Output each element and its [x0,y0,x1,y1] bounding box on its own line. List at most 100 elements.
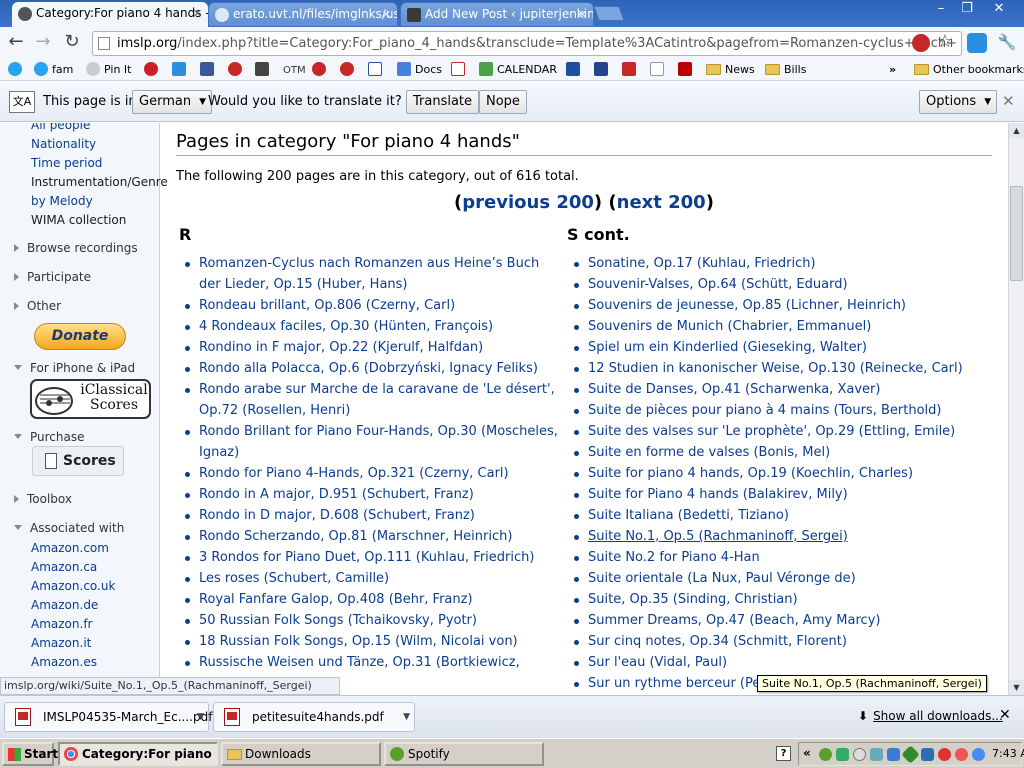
page-link[interactable]: 12 Studien in kanonischer Weise, Op.130 … [588,361,963,376]
page-link[interactable]: 3 Rondos for Piano Duet, Op.111 (Kuhlau,… [199,550,534,565]
list-item[interactable]: Suite, Op.35 (Sinding, Christian) [565,589,992,610]
list-item[interactable]: Rondo in D major, D.608 (Schubert, Franz… [176,505,561,526]
list-item[interactable]: Rondo Scherzando, Op.81 (Marschner, Hein… [176,526,561,547]
list-item[interactable]: Suite de pièces pour piano à 4 mains (To… [565,400,992,421]
chevron-down-icon[interactable]: ▼ [197,703,204,731]
page-link[interactable]: Suite en forme de valses (Bonis, Mel) [588,445,830,460]
new-tab-button[interactable] [593,6,625,21]
page-link[interactable]: Sur cinq notes, Op.34 (Schmitt, Florent) [588,634,847,649]
bookmark-facebook[interactable] [200,62,218,78]
list-item[interactable]: Rondo Brillant for Piano Four-Hands, Op.… [176,421,561,463]
bookmark-twitter[interactable] [8,62,26,78]
help-icon[interactable]: ? [776,746,791,761]
extension-d-icon[interactable] [967,33,987,53]
download-item[interactable]: IMSLP04535-March_Ec....pdf ▼ [4,702,212,732]
tray-network-icon[interactable] [870,748,883,761]
forward-button[interactable]: → [32,32,54,54]
page-link[interactable]: 18 Russian Folk Songs, Op.15 (Wilm, Nico… [199,634,518,649]
close-window-button[interactable]: ✕ [986,1,1012,18]
sidebar-section-participate[interactable]: Participate [14,270,91,284]
bookmark-grid[interactable] [368,62,386,78]
list-item[interactable]: Suite for piano 4 hands, Op.19 (Koechlin… [565,463,992,484]
list-item[interactable]: Suite No.2 for Piano 4-Han [565,547,992,568]
sidebar-link-time-period[interactable]: Time period [31,156,102,170]
tray-app-icon[interactable] [836,748,849,761]
list-item[interactable]: Summer Dreams, Op.47 (Beach, Amy Marcy) [565,610,992,631]
sidebar-link-nationality[interactable]: Nationality [31,137,96,151]
page-link[interactable]: Suite for Piano 4 hands (Balakirev, Mily… [588,487,848,502]
sidebar-section-browse-recordings[interactable]: Browse recordings [14,241,138,255]
page-link[interactable]: Souvenirs de Munich (Chabrier, Emmanuel) [588,319,871,334]
bookmark-youtube[interactable] [622,62,640,78]
page-link[interactable]: Souvenir-Valses, Op.64 (Schütt, Eduard) [588,277,848,292]
sidebar-link-all-people[interactable]: All people [31,123,90,132]
sidebar-link-amazon-es[interactable]: Amazon.es [31,655,97,669]
list-item[interactable]: Suite de Danses, Op.41 (Scharwenka, Xave… [565,379,992,400]
list-item[interactable]: Sonatine, Op.17 (Kuhlau, Friedrich) [565,253,992,274]
adblock-icon[interactable] [912,34,930,52]
close-infobar-icon[interactable]: ✕ [1002,92,1015,110]
list-item[interactable]: 12 Studien in kanonischer Weise, Op.130 … [565,358,992,379]
sidebar-link-amazon-ca[interactable]: Amazon.ca [31,560,97,574]
scrollbar-thumb[interactable] [1010,186,1023,281]
page-link[interactable]: Souvenirs de jeunesse, Op.85 (Lichner, H… [588,298,906,313]
list-item[interactable]: 18 Russian Folk Songs, Op.15 (Wilm, Nico… [176,631,561,652]
bookmarks-overflow-chevron-icon[interactable]: » [889,62,896,78]
page-link[interactable]: Suite for piano 4 hands, Op.19 (Koechlin… [588,466,913,481]
bookmark-folder-bills[interactable]: Bills [765,62,806,78]
list-item[interactable]: Souvenirs de jeunesse, Op.85 (Lichner, H… [565,295,992,316]
tray-blue-icon[interactable] [921,748,934,761]
scores-button[interactable]: Scores [32,446,124,476]
tray-green-icon[interactable] [901,745,920,764]
language-select[interactable]: German ▼ [132,90,213,114]
page-link[interactable]: Suite Italiana (Bedetti, Tiziano) [588,508,789,523]
list-item[interactable]: Rondo for Piano 4-Hands, Op.321 (Czerny,… [176,463,561,484]
wrench-icon[interactable]: 🔧 [996,32,1018,54]
list-item[interactable]: Sur l'eau (Vidal, Paul) [565,652,992,673]
options-button[interactable]: Options ▼ [919,90,998,114]
bookmark-calendar[interactable]: CALENDAR [479,62,557,78]
sidebar-section-purchase[interactable]: Purchase [14,430,85,444]
bookmark-docs[interactable]: Docs [397,62,442,78]
list-item[interactable]: Suite orientale (La Nux, Paul Véronge de… [565,568,992,589]
list-item[interactable]: Suite No.1, Op.5 (Rachmaninoff, Sergei) [565,526,992,547]
sidebar-section-toolbox[interactable]: Toolbox [14,492,72,506]
nope-button[interactable]: Nope [479,90,527,114]
bookmark-pinterest[interactable] [144,62,162,78]
page-link[interactable]: Rondo in D major, D.608 (Schubert, Franz… [199,508,475,523]
taskbar-chrome[interactable]: Category:For piano 4 ... [58,742,218,766]
list-item[interactable]: 3 Rondos for Piano Duet, Op.111 (Kuhlau,… [176,547,561,568]
show-all-downloads-link[interactable]: ⬇ Show all downloads... [858,709,1003,723]
sidebar-link-amazon-it[interactable]: Amazon.it [31,636,91,650]
download-item[interactable]: petitesuite4hands.pdf ▼ [213,702,415,732]
list-item[interactable]: Souvenirs de Munich (Chabrier, Emmanuel) [565,316,992,337]
page-link[interactable]: Les roses (Schubert, Camille) [199,571,389,586]
list-item[interactable]: Suite for Piano 4 hands (Balakirev, Mily… [565,484,992,505]
page-link[interactable]: Spiel um ein Kinderlied (Gieseking, Walt… [588,340,867,355]
page-link[interactable]: Rondino in F major, Op.22 (Kjerulf, Half… [199,340,483,355]
taskbar-spotify[interactable]: Spotify [384,742,544,766]
sidebar-section-associated-with[interactable]: Associated with [14,521,124,535]
bookmark-bird[interactable] [255,62,273,78]
list-item[interactable]: Spiel um ein Kinderlied (Gieseking, Walt… [565,337,992,358]
list-item[interactable]: Suite des valses sur 'Le prophète', Op.2… [565,421,992,442]
restore-button[interactable]: ❐ [954,1,980,18]
sidebar-link-instrumentation[interactable]: Instrumentation/Genre [31,175,168,189]
page-link[interactable]: Rondo Brillant for Piano Four-Hands, Op.… [199,424,558,460]
page-link[interactable]: Suite des valses sur 'Le prophète', Op.2… [588,424,955,439]
bookmark-folder-other[interactable]: Other bookmarks [914,62,1024,78]
close-tab-icon[interactable]: ✕ [193,2,202,25]
page-link[interactable]: Suite de Danses, Op.41 (Scharwenka, Xave… [588,382,880,397]
reload-button[interactable]: ↻ [61,32,83,54]
list-item[interactable]: Suite en forme de valses (Bonis, Mel) [565,442,992,463]
list-item[interactable]: Rondeau brillant, Op.806 (Czerny, Carl) [176,295,561,316]
page-link[interactable]: Rondeau brillant, Op.806 (Czerny, Carl) [199,298,455,313]
list-item[interactable]: Sur cinq notes, Op.34 (Schmitt, Florent) [565,631,992,652]
bookmark-d[interactable] [172,62,190,78]
sidebar-link-wima[interactable]: WIMA collection [31,213,126,227]
list-item[interactable]: 50 Russian Folk Songs (Tchaikovsky, Pyot… [176,610,561,631]
bookmark-pin-it[interactable]: Pin It [86,62,131,78]
tray-red-icon[interactable] [938,748,951,761]
tab-imslp[interactable]: Category:For piano 4 hands - ✕ [12,2,208,27]
list-item[interactable]: Rondo arabe sur Marche de la caravane de… [176,379,561,421]
